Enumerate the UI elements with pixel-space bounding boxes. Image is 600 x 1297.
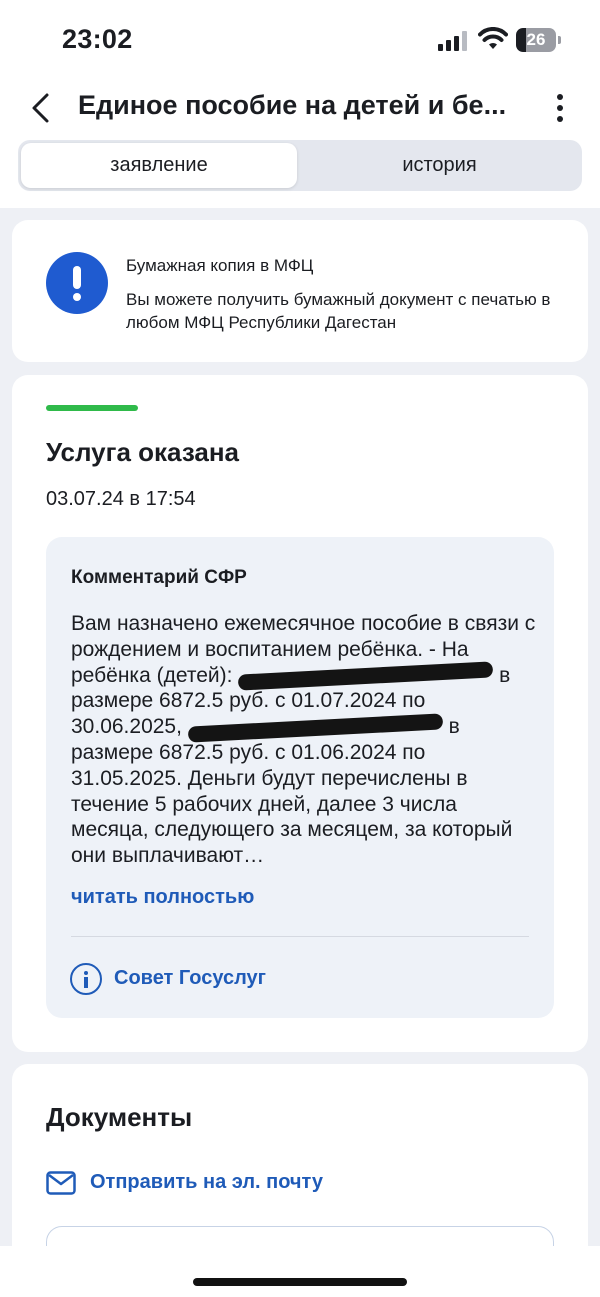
redacted-name-2 [187, 712, 444, 743]
chevron-left-icon[interactable] [26, 90, 56, 126]
comment-title: Комментарий СФР [71, 567, 247, 588]
info-icon [70, 963, 102, 995]
tab-history[interactable]: история [300, 143, 579, 188]
status-bar: 23:02 26 [0, 0, 600, 80]
documents-card: Документы Отправить на эл. почту [12, 1064, 588, 1286]
redacted-name-1 [238, 661, 494, 691]
status-time: 23:02 [62, 24, 133, 54]
tab-application[interactable]: заявление [21, 143, 297, 188]
read-more-link[interactable]: читать полностью [71, 886, 254, 909]
home-indicator [193, 1278, 407, 1286]
status-title: Услуга оказана [46, 437, 240, 467]
status-date: 03.07.24 в 17:54 [46, 488, 196, 510]
documents-title: Документы [46, 1102, 193, 1132]
more-vertical-icon[interactable] [548, 92, 572, 124]
page-title: Единое пособие на детей и бе... [78, 90, 507, 120]
mfc-notice-title: Бумажная копия в МФЦ [126, 256, 314, 275]
mfc-notice-text: Вы можете получить бумажный документ с п… [126, 290, 551, 332]
signal-icon [438, 31, 467, 51]
comment-box: Комментарий СФР Вам назначено ежемесячно… [46, 537, 554, 1018]
segmented-tabs: заявление история [18, 140, 582, 191]
alert-icon [46, 252, 108, 314]
send-email-label: Отправить на эл. почту [90, 1171, 323, 1193]
divider [71, 936, 529, 937]
comment-text: Вам назначено ежемесячное пособие в связ… [71, 611, 539, 871]
advice-label: Совет Госуслуг [114, 967, 266, 989]
mfc-notice-card: Бумажная копия в МФЦ Вы можете получить … [12, 220, 588, 362]
header: Единое пособие на детей и бе... [0, 80, 600, 136]
wifi-icon [478, 27, 508, 49]
status-card: Услуга оказана 03.07.24 в 17:54 Коммента… [12, 375, 588, 1052]
bottom-bar [0, 1246, 600, 1297]
battery-level-text: 26 [526, 30, 546, 49]
mail-icon [46, 1171, 76, 1195]
battery-cap [558, 36, 561, 44]
battery-icon: 26 [516, 28, 562, 52]
status-progress-bar [46, 405, 138, 411]
